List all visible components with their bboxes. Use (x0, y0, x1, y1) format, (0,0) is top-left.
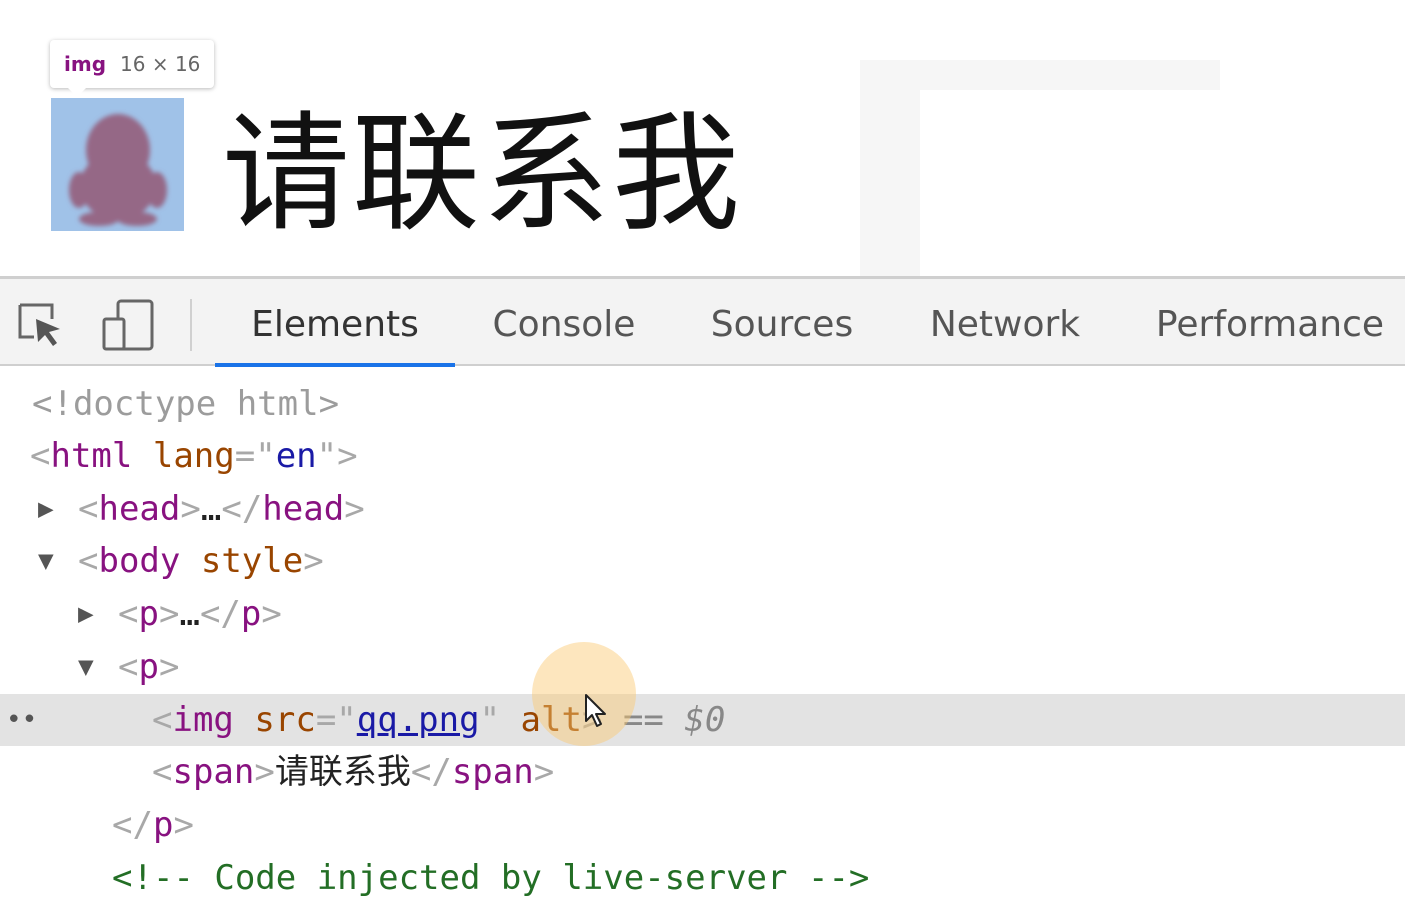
qq-penguin-icon (69, 114, 167, 226)
html-tag: html (50, 436, 133, 476)
selected-node-marker: == $0 (622, 700, 726, 740)
tree-line-html[interactable]: <html lang="en"> (0, 430, 1405, 482)
body-tag: body (98, 541, 181, 581)
collapse-arrow-icon[interactable]: ▼ (38, 535, 78, 587)
html-attr-value: en (275, 436, 317, 476)
contact-heading: 请联系我 (222, 100, 743, 249)
tree-line-head[interactable]: ▶ <head>…</head> (0, 483, 1405, 535)
tab-console[interactable]: Console (466, 279, 662, 367)
tree-line-p1[interactable]: ▶ <p>…</p> (0, 588, 1405, 640)
p2-close-tag: p (152, 805, 174, 845)
more-options-icon[interactable]: •• (6, 694, 37, 746)
span-close-tag: span (451, 752, 534, 792)
expand-arrow-icon[interactable]: ▶ (78, 588, 118, 640)
p2-tag: p (138, 647, 159, 687)
head-ellipsis: … (200, 489, 222, 529)
p1-tag: p (138, 594, 159, 634)
tab-sources[interactable]: Sources (690, 279, 874, 367)
html-attr-name: lang (152, 436, 235, 476)
element-size-tooltip: img 16 × 16 (50, 40, 215, 97)
tab-elements[interactable]: Elements (215, 279, 455, 367)
expand-arrow-icon[interactable]: ▶ (38, 483, 78, 535)
p1-close-tag: p (240, 594, 262, 634)
watermark-text: DUYI (840, 40, 1405, 650)
live-server-comment: <!-- Code injected by live-server --> (112, 858, 870, 898)
tab-performance[interactable]: Performance (1134, 279, 1405, 367)
inspect-element-icon[interactable] (12, 297, 68, 353)
tree-line-body[interactable]: ▼ <body style> (0, 535, 1405, 587)
page-preview: DUYI img 16 × 16 请联系我 (0, 0, 1405, 650)
doctype-text: <!doctype html> (32, 384, 340, 424)
collapse-arrow-icon[interactable]: ▼ (78, 641, 118, 693)
span-text: 请联系我 (274, 752, 411, 792)
active-tab-indicator (215, 363, 455, 367)
tooltip-size: 16 × 16 (120, 52, 201, 76)
qq-image-highlight[interactable] (51, 98, 184, 231)
tree-line-p2[interactable]: ▼ <p> (0, 641, 1405, 693)
tree-line-doctype[interactable]: <!doctype html> (0, 378, 1405, 430)
device-toolbar-icon[interactable] (100, 297, 156, 353)
tree-line-comment[interactable]: <!-- Code injected by live-server --> (0, 852, 1405, 904)
mouse-pointer-icon (585, 694, 606, 727)
img-src-attr: src (254, 700, 316, 740)
tree-line-img-selected[interactable]: •• <img src="qq.png" alt> == $0 (0, 694, 1405, 746)
toolbar-separator (190, 299, 192, 351)
tab-network[interactable]: Network (906, 279, 1104, 367)
head-tag: head (98, 489, 181, 529)
tree-line-p2-close[interactable]: </p> (0, 799, 1405, 851)
tooltip-tag: img (64, 52, 107, 76)
span-tag: span (172, 752, 255, 792)
devtools-toolbar: Elements Console Sources Network Perform… (0, 276, 1405, 367)
p1-ellipsis: … (179, 594, 200, 634)
img-src-link[interactable]: qq.png (357, 700, 480, 740)
body-attr-name: style (200, 541, 304, 581)
tree-line-span[interactable]: <span>请联系我</span> (0, 746, 1405, 798)
img-tag: img (172, 700, 234, 740)
head-close-tag: head (262, 489, 345, 529)
